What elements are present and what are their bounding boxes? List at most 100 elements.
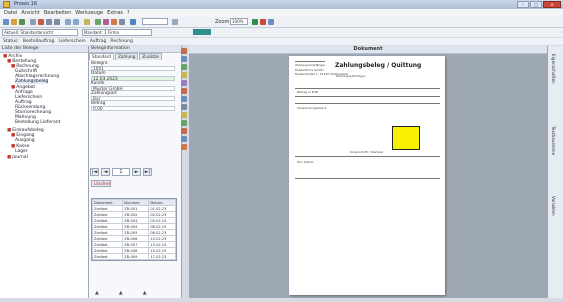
close-button[interactable]: ✕ (543, 1, 561, 8)
undo-icon[interactable] (65, 19, 71, 25)
zoom-in-icon[interactable] (252, 19, 258, 25)
grid-cell: Zahlbel. (91, 253, 124, 260)
status-bestellauftrag[interactable]: Bestellauftrag (23, 38, 55, 45)
page-text: Zahlungspflichtiger (336, 74, 366, 78)
window-title: Prowo 16 (14, 1, 38, 7)
tab-standard[interactable]: Standard (89, 53, 115, 60)
barcode-tool-icon[interactable] (181, 120, 187, 126)
tree-item[interactable]: Lager (15, 149, 28, 154)
new-icon[interactable] (3, 19, 9, 25)
copy-icon[interactable] (46, 19, 52, 25)
menu-bar: Datei Ansicht Bearbeiten Werkzeuge Extra… (0, 9, 563, 17)
tree-item[interactable]: Ausgang (15, 138, 35, 143)
arrow-icon[interactable]: ▲ (119, 290, 123, 296)
line-tool-icon[interactable] (181, 56, 187, 62)
info-fields: Belegnr. 1001 Datum 12.03.2023 Kunde Mus… (91, 61, 175, 112)
divider (295, 88, 440, 89)
grid-cell: 17.02.23 (148, 253, 176, 260)
tab-zusaetze[interactable]: Zusätze (139, 53, 162, 60)
menu-datei[interactable]: Datei (4, 9, 17, 17)
arrow-icon[interactable]: ▲ (143, 290, 147, 296)
page-text: Zahlungsempfänger (295, 63, 326, 67)
table-tool-icon[interactable] (181, 80, 187, 86)
status-lieferschein[interactable]: Lieferschein (58, 38, 85, 45)
save-icon[interactable] (19, 19, 25, 25)
bottom-nav-arrows: ▲ ▲ ▲ (95, 290, 147, 296)
side-tabs: Eigenschaften Textbausteine Variablen (547, 46, 563, 298)
fit-page-icon[interactable] (268, 19, 274, 25)
divider (295, 156, 440, 157)
mail-icon[interactable] (103, 19, 109, 25)
minimize-button[interactable]: – (517, 1, 529, 8)
document-tree: ■Archiv ■Bestellung ■Rechnung Gutschrift… (1, 54, 87, 174)
mandant-combo[interactable]: Mandant: 1 Firma (82, 29, 152, 36)
table-row[interactable]: Zahlbel. ZB-009 17.02.23 (91, 253, 176, 260)
tree-item-selected[interactable]: Zahlungsbeleg (15, 79, 49, 84)
document-header: Dokument (189, 46, 547, 54)
delete-tool-icon[interactable] (181, 128, 187, 134)
print-icon[interactable] (30, 19, 36, 25)
menu-werkzeuge[interactable]: Werkzeuge (75, 9, 103, 17)
settings-icon[interactable] (119, 19, 125, 25)
text-tool-icon[interactable] (181, 48, 187, 54)
zoom-select[interactable]: 100% (230, 18, 248, 25)
refresh-icon[interactable] (130, 19, 136, 25)
page-text: Unterschrift / Stempel (350, 150, 384, 154)
page-text: Betrag in EUR (297, 90, 318, 94)
status-row: Status: Bestellauftrag Lieferschein Auft… (0, 38, 563, 45)
field-tool-icon[interactable] (181, 88, 187, 94)
nav-first-button[interactable]: |◄ (90, 168, 99, 176)
maximize-button[interactable]: □ (530, 1, 542, 8)
pdf-icon[interactable] (111, 19, 117, 25)
folder-icon: ■ (7, 155, 12, 160)
open-icon[interactable] (11, 19, 17, 25)
paste-icon[interactable] (54, 19, 60, 25)
vertical-toolbar (180, 48, 188, 158)
delete-button[interactable]: Löschen (91, 180, 111, 187)
add-icon[interactable] (95, 19, 101, 25)
menu-extras[interactable]: Extras (107, 9, 123, 17)
status-rechnung[interactable]: Rechnung (110, 38, 132, 45)
toolbar-input[interactable] (142, 18, 168, 25)
info-tabs: Standard Zahlung Zusätze (89, 53, 162, 60)
menu-help[interactable]: ? (127, 9, 130, 17)
image-tool-icon[interactable] (181, 72, 187, 78)
tree-item[interactable]: Bestellung Lieferant (15, 120, 60, 125)
nav-last-button[interactable]: ►| (143, 168, 152, 176)
layer-tool-icon[interactable] (181, 136, 187, 142)
group-tool-icon[interactable] (181, 104, 187, 110)
info-panel-title: Beleginformation (89, 46, 181, 53)
align-tool-icon[interactable] (181, 96, 187, 102)
status-auftrag[interactable]: Auftrag (90, 38, 107, 45)
delete-icon[interactable] (38, 19, 44, 25)
arrow-icon[interactable]: ▲ (95, 290, 99, 296)
menu-ansicht[interactable]: Ansicht (21, 9, 39, 17)
record-navigator: |◄ ◄ 1 ► ►| (90, 167, 152, 177)
tab-zahlung[interactable]: Zahlung (115, 53, 139, 60)
nav-prev-button[interactable]: ◄ (101, 168, 110, 176)
nav-page-field[interactable]: 1 (112, 168, 130, 176)
shape-tool-icon[interactable] (181, 144, 187, 150)
side-tab-textbausteine[interactable]: Textbausteine (551, 126, 556, 155)
divider (295, 61, 325, 62)
grid-cell: ZB-009 (122, 253, 150, 260)
redo-icon[interactable] (73, 19, 79, 25)
page-text: Verwendungszweck (297, 106, 327, 110)
tree-item[interactable]: ■Journal (7, 155, 28, 160)
dropdown-icon[interactable] (172, 19, 178, 25)
zoom-out-icon[interactable] (260, 19, 266, 25)
field-betrag[interactable]: 0,00 (91, 106, 175, 112)
divider (295, 103, 440, 104)
color-tool-icon[interactable] (181, 112, 187, 118)
menu-bearbeiten[interactable]: Bearbeiten (44, 9, 71, 17)
tree-panel-title: Liste der Belege (0, 46, 88, 53)
document-grid: Dokument Nummer Datum Zahlbel. ZB-001 01.0… (91, 198, 177, 261)
rect-tool-icon[interactable] (181, 64, 187, 70)
side-tab-eigenschaften[interactable]: Eigenschaften (551, 54, 556, 84)
nav-next-button[interactable]: ► (132, 168, 141, 176)
view-combo[interactable]: Aktuell: Standardansicht (2, 29, 78, 36)
highlight-box[interactable] (392, 126, 420, 150)
search-icon[interactable] (84, 19, 90, 25)
side-tab-variablen[interactable]: Variablen (551, 196, 556, 216)
window-controls: – □ ✕ (517, 1, 561, 8)
